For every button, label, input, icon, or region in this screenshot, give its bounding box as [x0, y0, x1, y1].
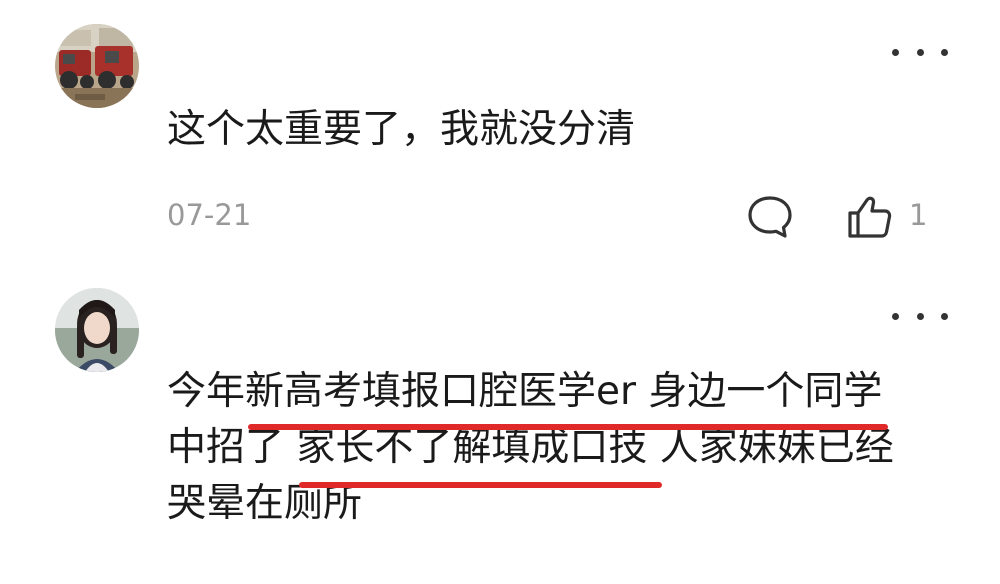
more-options-button[interactable]	[892, 304, 948, 328]
like-count: 1	[909, 198, 928, 232]
more-dots-icon	[916, 48, 924, 56]
comment-text: 今年新高考填报口腔医学er 身边一个同学 中招了 家长不了解填成口技 人家妹妹已…	[167, 364, 950, 532]
reply-button[interactable]	[745, 192, 795, 242]
comment-date: 07-21	[167, 198, 252, 232]
more-dots-icon	[941, 48, 948, 56]
comment-item: 今年新高考填报口腔医学er 身边一个同学 中招了 家长不了解填成口技 人家妹妹已…	[0, 270, 1000, 584]
comment-meta: 07-21 1	[167, 192, 960, 242]
next-comment-peek	[0, 576, 1000, 584]
red-underline-annotation	[299, 482, 662, 488]
more-options-button[interactable]	[892, 40, 948, 64]
comment-text-line: 中招了 家长不了解填成口技 人家妹妹已经	[167, 425, 894, 470]
user-avatar[interactable]	[55, 24, 139, 108]
comment-list: 这个太重要了，我就没分清 07-21 1 今年新高考填报口腔医学er 身边一个同…	[0, 0, 1000, 584]
comment-text: 这个太重要了，我就没分清	[167, 107, 636, 152]
user-avatar[interactable]	[55, 288, 139, 372]
more-dots-icon	[916, 312, 924, 320]
more-dots-icon	[892, 48, 899, 56]
comment-item: 这个太重要了，我就没分清 07-21 1	[0, 0, 1000, 270]
comment-text-line: 今年新高考填报口腔医学er 身边一个同学	[167, 369, 883, 414]
thumbs-up-icon	[848, 196, 892, 238]
like-button[interactable]	[845, 192, 895, 242]
comment-bubble-icon	[748, 196, 792, 238]
user-avatar-farm-icon	[55, 24, 139, 108]
more-dots-icon	[941, 312, 948, 320]
user-avatar-girl-icon	[55, 288, 139, 372]
red-underline-annotation	[248, 424, 888, 430]
more-dots-icon	[892, 312, 899, 320]
